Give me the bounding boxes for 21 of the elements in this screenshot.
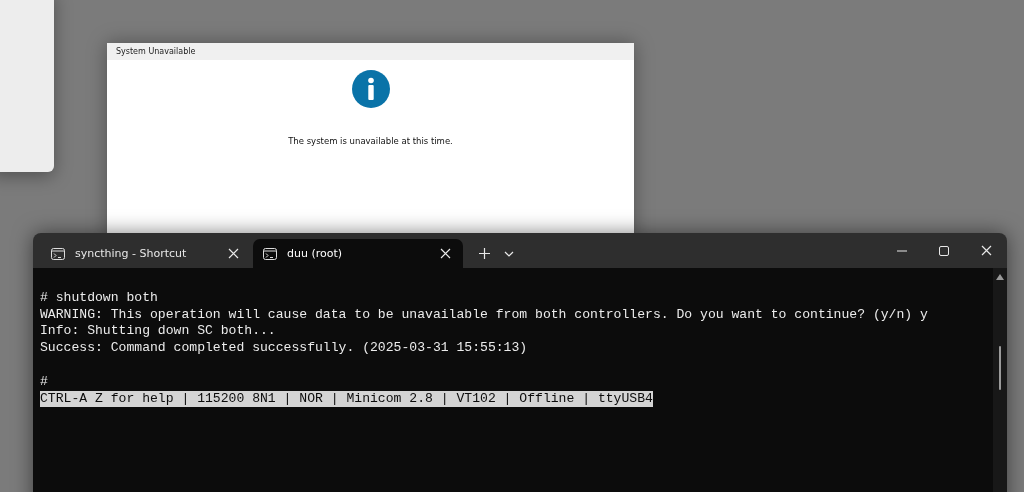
close-icon[interactable]: [440, 248, 451, 259]
terminal-icon: [51, 247, 65, 260]
info-icon: [351, 70, 390, 108]
terminal-line: # shutdown both: [40, 289, 158, 307]
plus-icon[interactable]: [479, 248, 490, 259]
terminal-tab[interactable]: duu (root): [253, 239, 463, 268]
scrollbar-thumb[interactable]: [999, 346, 1001, 390]
scroll-up-icon[interactable]: [996, 274, 1004, 280]
terminal-line: Success: Command completed successfully. (2025-03-31 15:55:13): [40, 340, 528, 357]
close-icon[interactable]: [228, 248, 239, 259]
dialog-title: System Unavailable: [107, 43, 634, 60]
terminal-line: WARNING: This operation will cause data to be unavailable from both controllers. Do you want to continue? (y/n) y: [40, 306, 928, 324]
terminal-tab[interactable]: syncthing - Shortcut: [41, 239, 251, 268]
close-icon[interactable]: [980, 245, 992, 256]
minimize-icon[interactable]: [897, 249, 907, 252]
chevron-down-icon[interactable]: [504, 250, 514, 257]
dialog-message: The system is unavailable at this time.: [288, 136, 453, 146]
terminal-icon: [263, 247, 277, 260]
maximize-icon[interactable]: [939, 245, 949, 256]
terminal-line: #: [40, 373, 48, 391]
terminal-line: Info: Shutting down SC both...: [40, 323, 276, 341]
